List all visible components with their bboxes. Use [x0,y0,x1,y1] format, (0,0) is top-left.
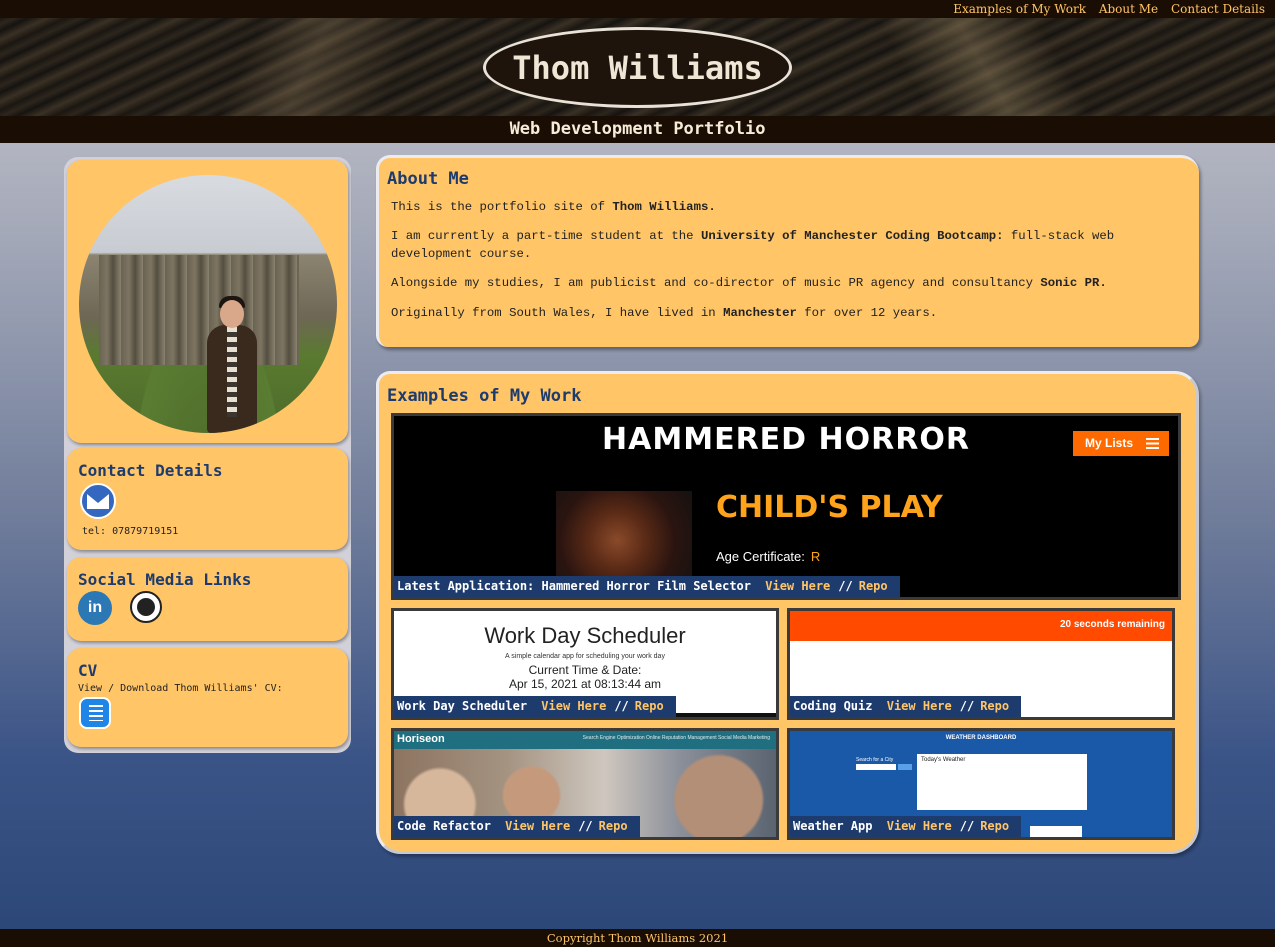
view-here-link[interactable]: View Here [505,819,570,833]
profile-photo [79,175,337,433]
view-here-link[interactable]: View Here [887,819,952,833]
nav-link-contact[interactable]: Contact Details [1171,2,1265,16]
hh-age: Age Certificate: R [716,549,821,564]
repo-link[interactable]: Repo [859,579,888,593]
github-icon[interactable] [130,591,162,623]
about-paragraph: Alongside my studies, I am publicist and… [391,276,1107,290]
repo-link[interactable]: Repo [635,699,664,713]
linkedin-icon[interactable]: in [78,591,112,625]
hh-film-title: CHILD'S PLAY [716,490,943,525]
repo-link[interactable]: Repo [980,699,1009,713]
repo-link[interactable]: Repo [980,819,1009,833]
about-paragraph: I am currently a part-time student at th… [391,229,1115,261]
about-paragraph: Originally from South Wales, I have live… [391,306,938,320]
repo-link[interactable]: Repo [599,819,628,833]
menu-icon [1146,438,1159,449]
work-title: Examples of My Work [387,386,582,406]
about-section: About Me This is the portfolio site of T… [376,155,1199,347]
footer: Copyright Thom Williams 2021 [0,929,1275,947]
email-icon[interactable] [80,483,116,519]
project-tile-hammered-horror[interactable]: HAMMERED HORROR My Lists CHILD'S PLAY Ag… [391,413,1181,600]
view-here-link[interactable]: View Here [887,699,952,713]
contact-title: Contact Details [78,461,223,480]
cv-title: CV [78,661,98,680]
contact-card: Contact Details tel: 07879719151 [67,448,348,550]
cv-download-icon[interactable] [79,697,111,729]
hh-logo: HAMMERED HORROR [602,422,970,457]
work-section: Examples of My Work HAMMERED HORROR My L… [376,371,1199,854]
view-here-link[interactable]: View Here [765,579,830,593]
project-caption: Code Refactor View Here//Repo [394,816,640,837]
contact-tel: tel: 07879719151 [82,526,179,537]
project-caption: Work Day Scheduler View Here//Repo [394,696,676,717]
top-nav: Examples of My Work About Me Contact Det… [0,0,1275,18]
cv-card: CV View / Download Thom Williams' CV: [67,648,348,747]
project-caption: Coding Quiz View Here//Repo [790,696,1022,717]
view-here-link[interactable]: View Here [541,699,606,713]
hh-my-lists-button: My Lists [1073,431,1169,456]
project-caption: Weather App View Here//Repo [790,816,1022,837]
header-banner: Thom Williams [0,18,1275,116]
social-card: Social Media Links in [67,557,348,641]
project-tile-code-refactor[interactable]: Horiseon Search Engine Optimization Onli… [391,728,779,840]
site-title-oval: Thom Williams [483,27,792,108]
cv-text: View / Download Thom Williams' CV: [78,683,283,694]
site-subtitle: Web Development Portfolio [0,116,1275,143]
about-paragraph: This is the portfolio site of Thom Willi… [391,200,716,214]
about-title: About Me [387,169,469,189]
project-tile-coding-quiz[interactable]: 20 seconds remaining Coding Quiz View He… [787,608,1175,720]
site-title: Thom Williams [512,48,763,87]
social-title: Social Media Links [78,570,252,589]
sidebar: Contact Details tel: 07879719151 Social … [64,157,351,753]
profile-card [67,160,348,443]
project-tile-weather[interactable]: WEATHER DASHBOARD Search for a City Toda… [787,728,1175,840]
project-caption: Latest Application: Hammered Horror Film… [394,576,900,597]
project-tile-scheduler[interactable]: Work Day Scheduler A simple calendar app… [391,608,779,720]
nav-link-about[interactable]: About Me [1099,2,1158,16]
nav-link-work[interactable]: Examples of My Work [953,2,1086,16]
